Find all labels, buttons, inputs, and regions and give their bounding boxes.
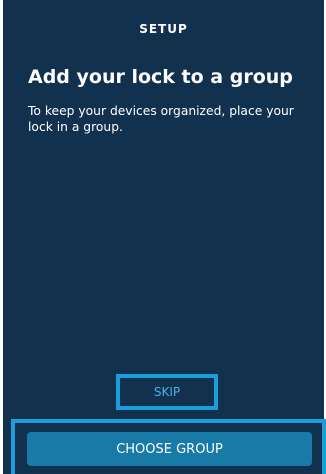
skip-button[interactable]: SKIP [120, 378, 214, 406]
setup-screen: SETUP Add your lock to a group To keep y… [0, 0, 326, 474]
page-title: Add your lock to a group [28, 66, 293, 88]
instruction-text: To keep your devices organized, place yo… [28, 104, 294, 134]
choose-group-button[interactable]: CHOOSE GROUP [27, 432, 312, 466]
header-title: SETUP [139, 22, 188, 36]
